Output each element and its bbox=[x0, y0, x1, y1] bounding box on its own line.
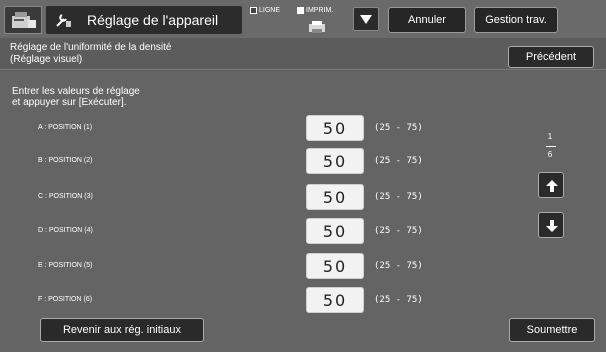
row-label-a: A : POSITION (1) bbox=[38, 124, 93, 131]
instruction-text: Entrer les valeurs de réglage et appuyer… bbox=[12, 86, 140, 108]
content-area bbox=[0, 71, 606, 352]
imprim-indicator bbox=[297, 7, 304, 14]
screen: Réglage de l'appareil LIGNE IMPRIM. Annu… bbox=[0, 0, 606, 352]
row-label-e: E : POSITION (5) bbox=[38, 262, 93, 269]
screen-title-line2: (Réglage visuel) bbox=[10, 54, 83, 65]
mode-imprim: IMPRIM. bbox=[297, 7, 333, 14]
value-input-b[interactable]: 50 bbox=[306, 148, 364, 174]
mode-imprim-label: IMPRIM. bbox=[306, 7, 334, 14]
range-d: (25 - 75) bbox=[374, 226, 423, 236]
row-label-f: F : POSITION (6) bbox=[38, 296, 93, 303]
page-down-button[interactable] bbox=[538, 212, 564, 238]
value-input-c[interactable]: 50 bbox=[306, 184, 364, 210]
reset-defaults-button[interactable]: Revenir aux rég. initiaux bbox=[40, 318, 204, 342]
range-c: (25 - 75) bbox=[374, 192, 423, 202]
value-input-d[interactable]: 50 bbox=[306, 218, 364, 244]
title-box: Réglage de l'appareil bbox=[46, 6, 242, 34]
range-f: (25 - 75) bbox=[374, 295, 423, 305]
screen-title: Réglage de l'uniformité de la densité (R… bbox=[10, 42, 171, 66]
value-input-a[interactable]: 50 bbox=[306, 115, 364, 141]
printer-icon bbox=[309, 21, 325, 33]
mode-ligne: LIGNE bbox=[250, 7, 280, 14]
range-b: (25 - 75) bbox=[374, 156, 423, 166]
job-status-button[interactable]: Gestion trav. bbox=[474, 7, 558, 33]
value-input-e[interactable]: 50 bbox=[306, 253, 364, 279]
cancel-button[interactable]: Annuler bbox=[388, 7, 466, 33]
triangle-down-icon bbox=[360, 15, 372, 24]
instruction-line1: Entrer les valeurs de réglage bbox=[12, 86, 140, 97]
range-a: (25 - 75) bbox=[374, 123, 423, 133]
page-divider bbox=[546, 146, 556, 147]
mode-dropdown-button[interactable] bbox=[353, 7, 379, 31]
page-current: 1 bbox=[547, 132, 553, 141]
value-input-f[interactable]: 50 bbox=[306, 287, 364, 313]
wrench-icon bbox=[56, 14, 71, 27]
page-total: 6 bbox=[547, 150, 553, 159]
page-title: Réglage de l'appareil bbox=[87, 12, 219, 28]
instruction-line2: et appuyer sur [Exécuter]. bbox=[12, 97, 127, 108]
row-label-b: B : POSITION (2) bbox=[38, 157, 93, 164]
ligne-indicator bbox=[250, 7, 257, 14]
range-e: (25 - 75) bbox=[374, 261, 423, 271]
arrow-up-icon bbox=[546, 180, 558, 192]
row-label-d: D : POSITION (4) bbox=[38, 227, 93, 234]
machine-settings-icon[interactable] bbox=[4, 6, 42, 34]
mode-ligne-label: LIGNE bbox=[259, 7, 281, 14]
row-label-c: C : POSITION (3) bbox=[38, 193, 93, 200]
top-bar: Réglage de l'appareil LIGNE IMPRIM. Annu… bbox=[0, 0, 606, 38]
screen-title-line1: Réglage de l'uniformité de la densité bbox=[10, 42, 172, 53]
back-button[interactable]: Précédent bbox=[508, 46, 594, 68]
submit-button[interactable]: Soumettre bbox=[509, 318, 595, 342]
page-up-button[interactable] bbox=[538, 172, 564, 198]
arrow-down-icon bbox=[546, 220, 558, 232]
